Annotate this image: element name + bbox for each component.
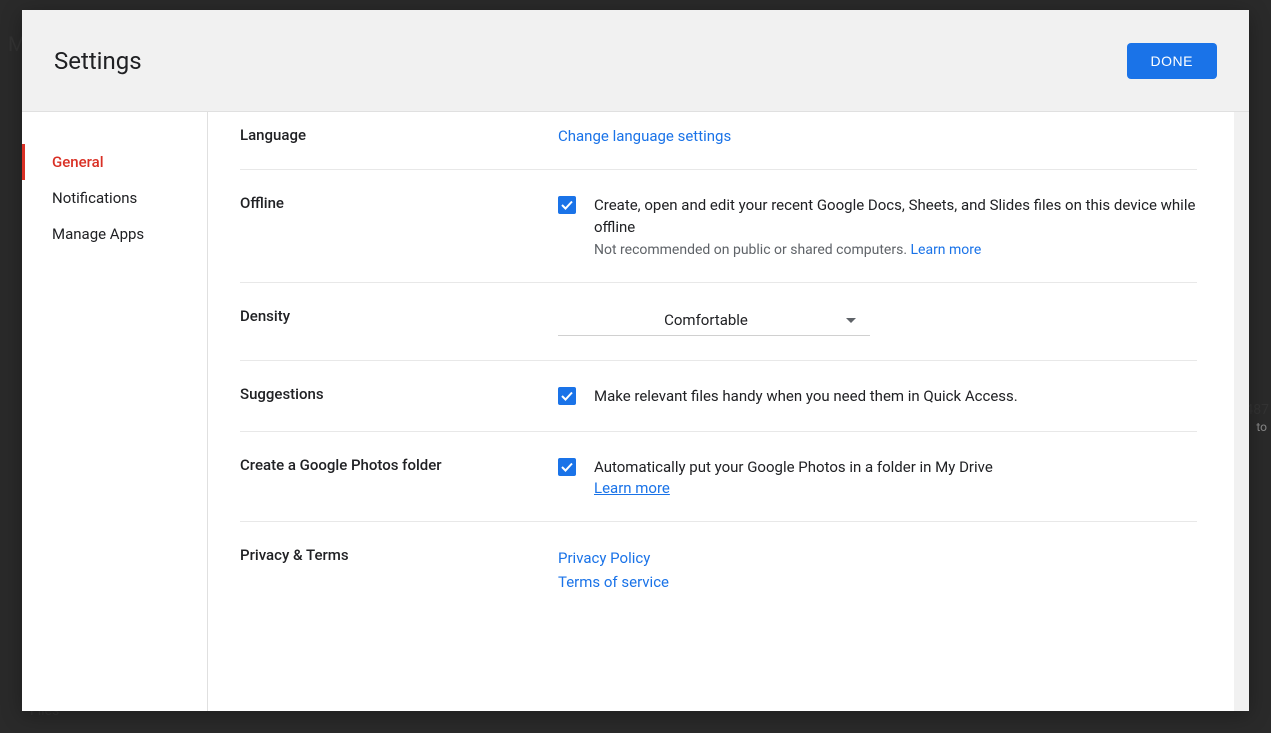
suggestions-checkbox[interactable] xyxy=(558,387,576,405)
offline-help: Not recommended on public or shared comp… xyxy=(594,242,1197,258)
density-value: Comfortable xyxy=(566,311,846,329)
offline-help-text: Not recommended on public or shared comp… xyxy=(594,242,910,258)
offline-learn-more-link[interactable]: Learn more xyxy=(910,242,981,258)
check-icon xyxy=(560,389,574,403)
offline-description: Create, open and edit your recent Google… xyxy=(594,194,1197,238)
section-offline: Offline Create, open and edit your recen… xyxy=(240,170,1197,283)
label-privacy: Privacy & Terms xyxy=(240,546,558,594)
photos-folder-checkbox[interactable] xyxy=(558,458,576,476)
label-photos-folder: Create a Google Photos folder xyxy=(240,456,558,497)
suggestions-description: Make relevant files handy when you need … xyxy=(594,385,1018,407)
check-icon xyxy=(560,198,574,212)
label-suggestions: Suggestions xyxy=(240,385,558,407)
section-privacy: Privacy & Terms Privacy Policy Terms of … xyxy=(240,522,1197,618)
density-select[interactable]: Comfortable xyxy=(558,307,870,336)
modal-body: General Notifications Manage Apps Langua… xyxy=(22,112,1249,711)
done-button[interactable]: DONE xyxy=(1127,43,1217,79)
label-language: Language xyxy=(240,126,558,145)
modal-header: Settings DONE xyxy=(22,10,1249,112)
label-offline: Offline xyxy=(240,194,558,258)
offline-checkbox[interactable] xyxy=(558,196,576,214)
sidebar-item-general[interactable]: General xyxy=(22,144,207,180)
settings-sidebar: General Notifications Manage Apps xyxy=(22,112,208,711)
section-language: Language Change language settings xyxy=(240,112,1197,170)
backdrop-text: to xyxy=(1256,420,1267,434)
terms-of-service-link[interactable]: Terms of service xyxy=(558,570,1197,594)
scrollbar[interactable] xyxy=(1234,112,1249,711)
section-suggestions: Suggestions Make relevant files handy wh… xyxy=(240,361,1197,432)
settings-content: Language Change language settings Offlin… xyxy=(208,112,1249,711)
section-density: Density Comfortable xyxy=(240,283,1197,361)
check-icon xyxy=(560,460,574,474)
chevron-down-icon xyxy=(846,318,856,323)
privacy-policy-link[interactable]: Privacy Policy xyxy=(558,546,1197,570)
label-density: Density xyxy=(240,307,558,336)
sidebar-item-notifications[interactable]: Notifications xyxy=(22,180,207,216)
sidebar-item-manage-apps[interactable]: Manage Apps xyxy=(22,216,207,252)
modal-title: Settings xyxy=(54,47,142,75)
change-language-link[interactable]: Change language settings xyxy=(558,127,731,145)
section-photos-folder: Create a Google Photos folder Automatica… xyxy=(240,432,1197,522)
photos-folder-description: Automatically put your Google Photos in … xyxy=(594,456,993,478)
photos-learn-more-link[interactable]: Learn more xyxy=(594,479,670,497)
settings-modal: Settings DONE General Notifications Mana… xyxy=(22,10,1249,711)
